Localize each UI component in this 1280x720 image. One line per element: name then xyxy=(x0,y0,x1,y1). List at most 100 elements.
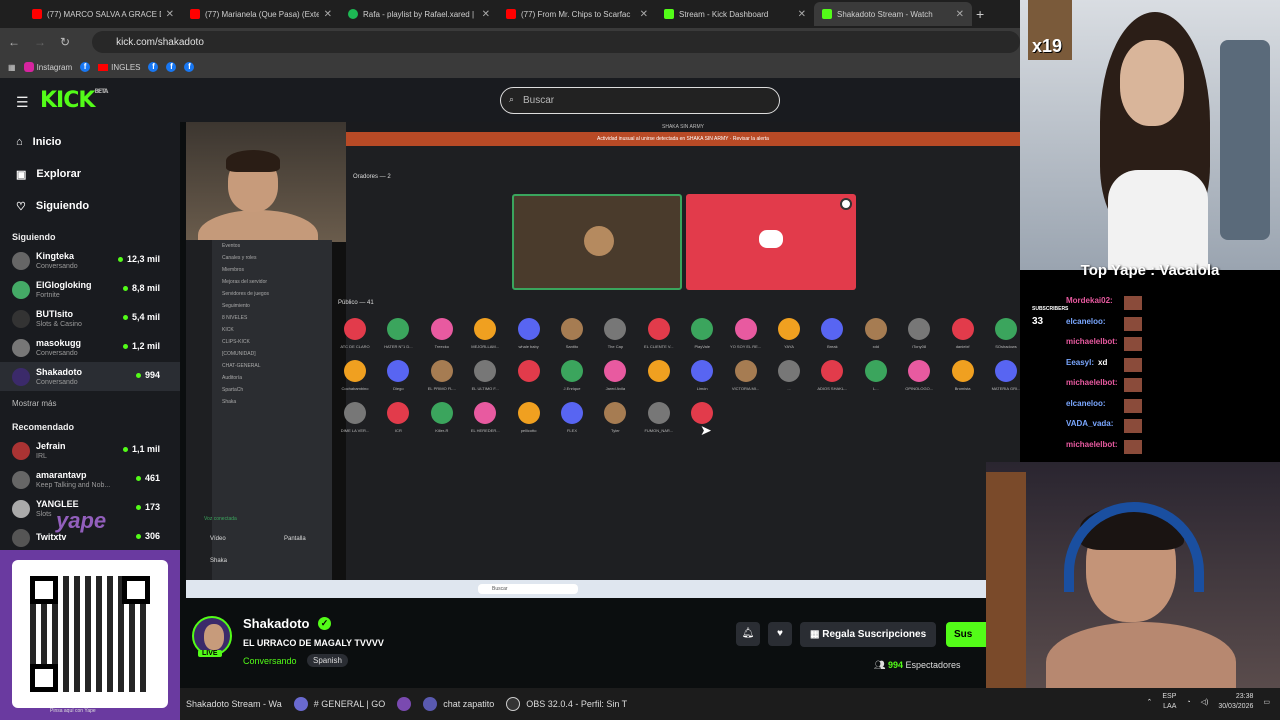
audience-name: EL HEREDER... xyxy=(470,428,500,433)
facebook-icon[interactable]: f xyxy=(148,62,159,72)
speaker-icon[interactable]: ◁) xyxy=(1201,698,1209,706)
audience-avatar[interactable] xyxy=(734,318,757,340)
notification-icon[interactable]: ▭ xyxy=(1263,698,1270,706)
avatar xyxy=(12,499,30,518)
channel-item-active[interactable]: Shakadoto Conversando 994 xyxy=(0,362,180,391)
audience-avatar[interactable] xyxy=(517,360,540,382)
audience-avatar[interactable] xyxy=(995,360,1017,382)
channel-item[interactable]: amarantavp Keep Talking and Nob... 461 xyxy=(0,465,180,494)
reload-icon[interactable]: ↻ xyxy=(60,35,70,49)
stream-title: EL URRACO DE MAGALY TVVVV xyxy=(243,638,384,648)
browser-tab[interactable]: Stream - Kick Dashboard ✕ xyxy=(656,2,814,26)
audience-avatar[interactable] xyxy=(517,318,540,340)
discord-icon xyxy=(293,697,308,711)
audience-avatar[interactable] xyxy=(951,360,974,382)
audience-avatar[interactable] xyxy=(517,402,540,424)
taskbar-item[interactable]: chat zapatito xyxy=(417,688,500,720)
language-indicator[interactable]: ESP LAA xyxy=(1162,692,1176,712)
facebook-icon[interactable]: f xyxy=(80,62,91,72)
show-more-link[interactable]: Mostrar más xyxy=(0,391,180,412)
audience-avatar[interactable] xyxy=(864,318,887,340)
wifi-icon[interactable]: ◔ xyxy=(1186,699,1190,706)
browser-tab[interactable]: Rafa - playlist by Rafael.xared | ✕ xyxy=(340,2,498,26)
audience-avatar[interactable] xyxy=(951,318,974,340)
close-icon[interactable]: ✕ xyxy=(798,9,806,20)
close-icon[interactable]: ✕ xyxy=(482,9,490,20)
audience-avatar[interactable] xyxy=(864,360,887,382)
audience-avatar[interactable] xyxy=(778,318,800,340)
nav-inicio[interactable]: ⌂ Inicio xyxy=(0,126,180,158)
close-icon[interactable]: ✕ xyxy=(324,9,332,20)
video-button[interactable]: Vídeo xyxy=(210,536,226,542)
audience-avatar[interactable] xyxy=(344,318,366,340)
stream-category[interactable]: Conversando xyxy=(243,656,297,666)
taskbar-item[interactable]: OBS 32.0.4 - Perfil: Sin T xyxy=(500,688,633,720)
speaker-tile[interactable] xyxy=(686,194,856,290)
clock[interactable]: 23:38 30/03/2026 xyxy=(1218,692,1253,712)
channel-item[interactable]: Jefrain IRL 1,1 mil xyxy=(0,436,180,465)
apps-icon[interactable]: ▦ xyxy=(8,63,16,72)
back-icon[interactable]: ← xyxy=(8,35,20,49)
video-player[interactable]: SHAKA SIN ARMY Actividad inusual al unir… xyxy=(186,122,1020,598)
chevron-up-icon[interactable]: ⌃ xyxy=(1146,698,1152,706)
speaker-tile[interactable] xyxy=(512,194,682,290)
audience-avatar[interactable] xyxy=(561,360,583,382)
kick-icon xyxy=(822,9,832,19)
browser-tab[interactable]: (77) From Mr. Chips to Scarfac ✕ xyxy=(498,2,656,26)
url-field[interactable]: kick.com/shakadoto xyxy=(92,31,1020,53)
audience-avatar[interactable] xyxy=(430,360,453,382)
audience-avatar[interactable] xyxy=(647,318,670,340)
gift-icon: ▦ xyxy=(810,629,823,640)
taskbar-item[interactable]: Shakadoto Stream - Wa xyxy=(180,688,288,720)
taskbar-item[interactable] xyxy=(391,688,417,720)
facebook-icon[interactable]: f xyxy=(166,62,177,72)
nav-siguiendo[interactable]: ♡ Siguiendo xyxy=(0,190,180,222)
facebook-icon[interactable]: f xyxy=(184,62,195,72)
channel-item[interactable]: masokugg Conversando 1,2 mil xyxy=(0,333,180,362)
kick-logo[interactable]: KICKBETA xyxy=(40,88,108,113)
qr-overlay: Pinsa aquí con Yape xyxy=(0,550,180,720)
gift-subs-button[interactable]: ▦ Regala Suscripciones xyxy=(800,622,937,647)
bookmark-ingles[interactable]: INGLES xyxy=(98,63,140,72)
discord-user: Shaka xyxy=(210,558,228,564)
audience-avatar[interactable] xyxy=(344,402,366,424)
subscribers-label: SUBSCRIBERS xyxy=(1032,306,1069,312)
close-icon[interactable]: ✕ xyxy=(956,9,964,20)
heart-icon[interactable]: ♥ xyxy=(768,622,792,646)
nav-explorar[interactable]: ▣ Explorar xyxy=(0,158,180,190)
status-icon xyxy=(840,198,852,210)
bell-icon[interactable]: 🔔︎ xyxy=(736,622,760,646)
forward-icon[interactable]: → xyxy=(34,35,46,49)
audience-avatar[interactable] xyxy=(647,360,670,382)
audience-avatar[interactable] xyxy=(995,318,1017,340)
menu-icon[interactable]: ☰ xyxy=(16,94,29,111)
audience-avatar[interactable] xyxy=(561,402,583,424)
close-icon[interactable]: ✕ xyxy=(166,9,174,20)
browser-tab[interactable]: (77) MARCO SALVA A GRACE D ✕ xyxy=(24,2,182,26)
channel-item[interactable]: ElGlogloking Fortnite 8,8 mil xyxy=(0,275,180,304)
taskbar-item[interactable]: # GENERAL | GO xyxy=(288,688,392,720)
browser-tab[interactable]: (77) Marianela (Que Pasa) (Exte ✕ xyxy=(182,2,340,26)
chat-emote-icon xyxy=(1124,378,1142,392)
channel-item[interactable]: Kingteka Conversando 12,3 mil xyxy=(0,246,180,275)
browser-tab-active[interactable]: Shakadoto Stream - Watch ✕ xyxy=(814,2,972,26)
language-tag[interactable]: Spanish xyxy=(307,654,348,667)
audience-avatar[interactable] xyxy=(344,360,366,382)
close-icon[interactable]: ✕ xyxy=(640,9,648,20)
channel-item[interactable]: BUTIsito Slots & Casino 5,4 mil xyxy=(0,304,180,333)
audience-avatar[interactable] xyxy=(734,360,757,382)
audience-name: ICR xyxy=(394,428,402,433)
bookmark-instagram[interactable]: Instagram xyxy=(23,62,72,72)
avatar xyxy=(12,309,30,328)
audience-avatar[interactable] xyxy=(430,402,453,424)
audience-avatar[interactable] xyxy=(778,360,800,382)
new-tab-button[interactable]: + xyxy=(976,6,984,22)
search-input[interactable]: ⌕ Buscar xyxy=(500,87,780,114)
chat-emote-icon xyxy=(1124,398,1142,413)
audience-avatar[interactable] xyxy=(647,402,670,424)
audience-avatar[interactable] xyxy=(430,318,453,340)
discord-icon xyxy=(759,230,783,248)
streamer-name[interactable]: Shakadoto xyxy=(243,616,309,631)
audience-avatar[interactable] xyxy=(561,318,583,340)
screen-share-button[interactable]: Pantalla xyxy=(284,536,306,542)
